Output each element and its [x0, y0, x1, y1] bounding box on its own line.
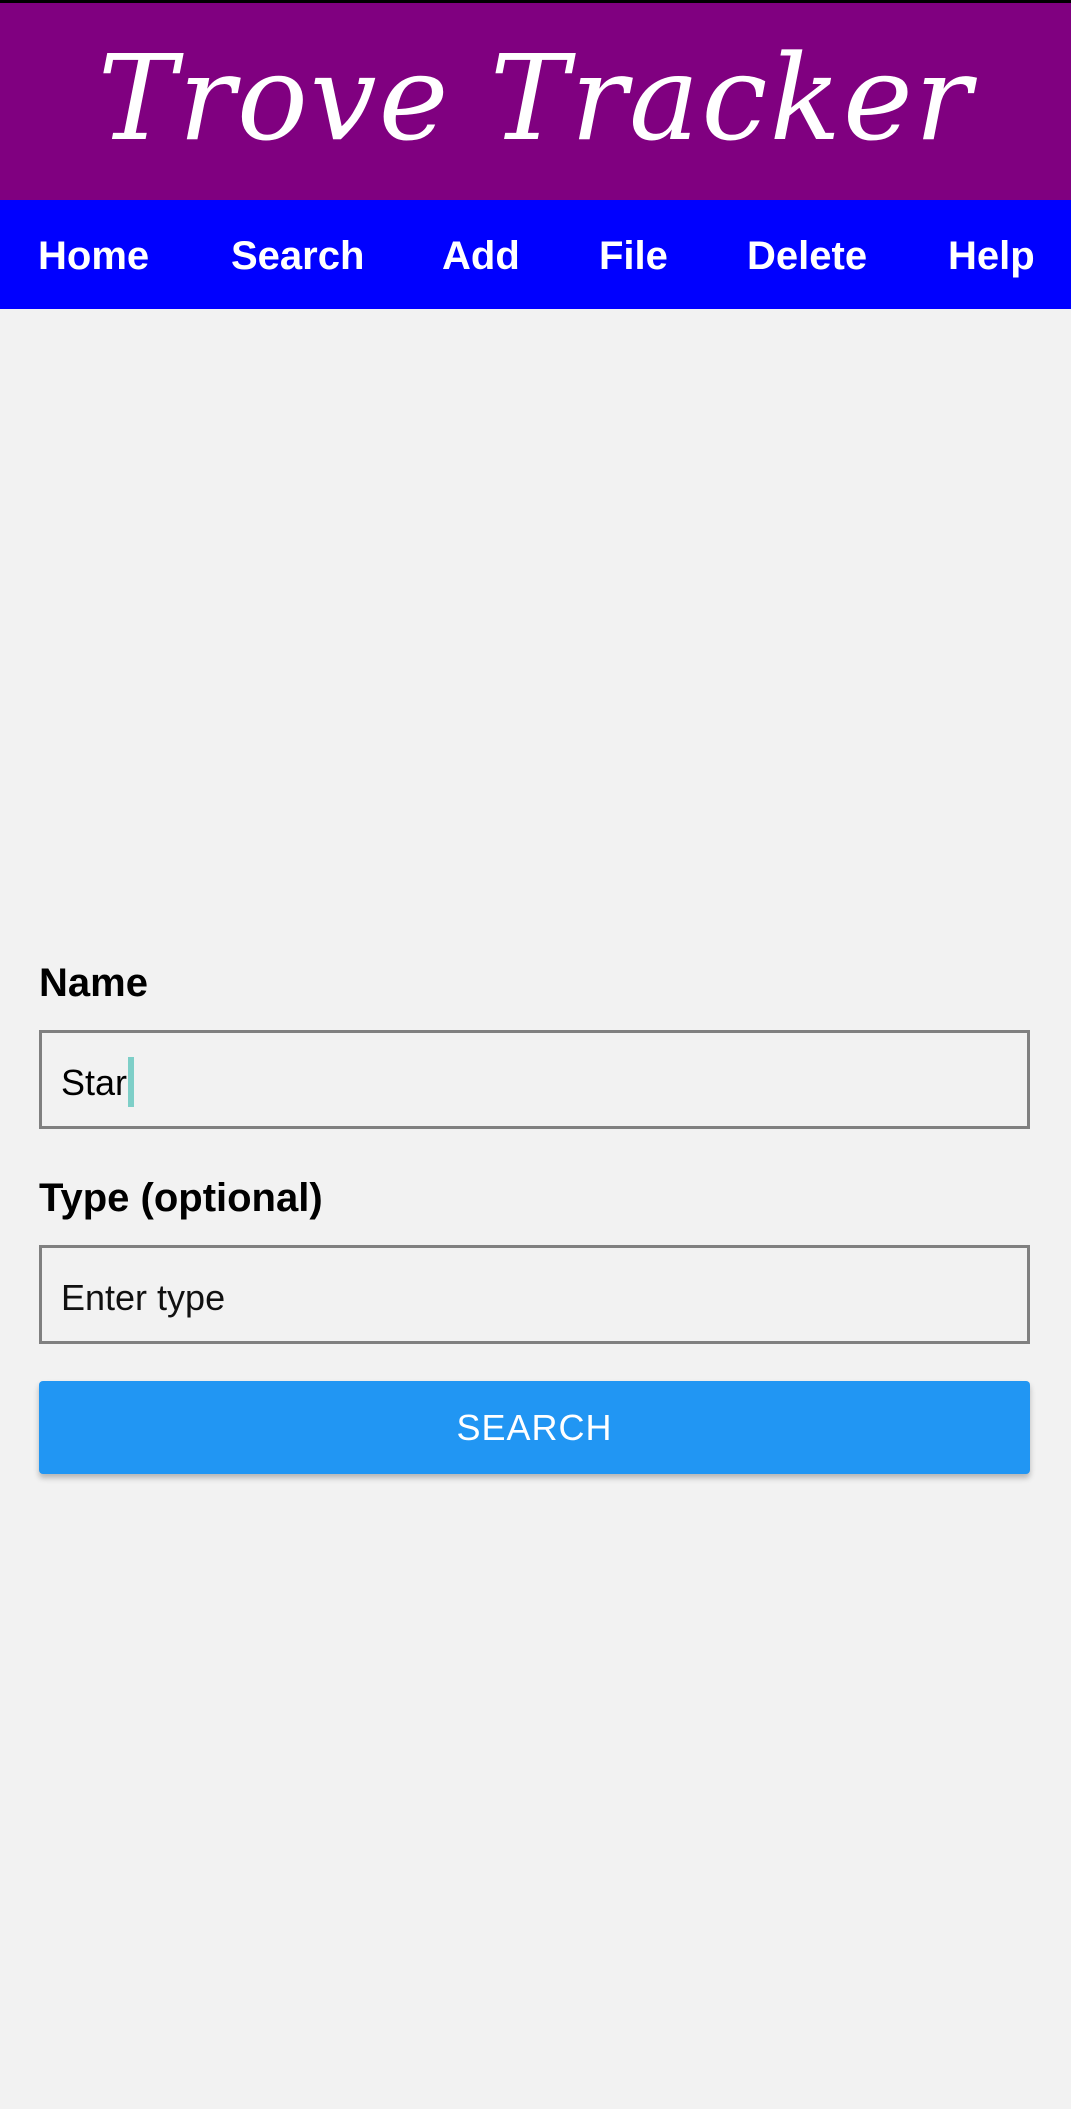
type-input-placeholder: Enter type — [61, 1277, 226, 1318]
nav-item-file[interactable]: File — [599, 200, 668, 309]
text-caret — [128, 1057, 135, 1108]
nav-item-delete[interactable]: Delete — [747, 200, 867, 309]
nav-item-add[interactable]: Add — [442, 200, 520, 309]
name-input[interactable]: Star — [39, 1030, 1030, 1129]
nav-item-search[interactable]: Search — [231, 200, 364, 309]
name-input-value: Star — [61, 1062, 128, 1103]
nav-bar: Home Search Add File Delete Help — [0, 200, 1071, 309]
search-button[interactable]: SEARCH — [39, 1381, 1030, 1474]
name-input-value-wrap: Star — [61, 1033, 135, 1132]
nav-item-help[interactable]: Help — [948, 200, 1035, 309]
app-title: Trove Tracker — [97, 28, 974, 167]
type-label: Type (optional) — [39, 1176, 323, 1220]
type-input[interactable]: Enter type — [39, 1245, 1030, 1344]
name-label: Name — [39, 961, 148, 1005]
app-header: Trove Tracker — [0, 3, 1071, 200]
nav-item-home[interactable]: Home — [38, 200, 149, 309]
